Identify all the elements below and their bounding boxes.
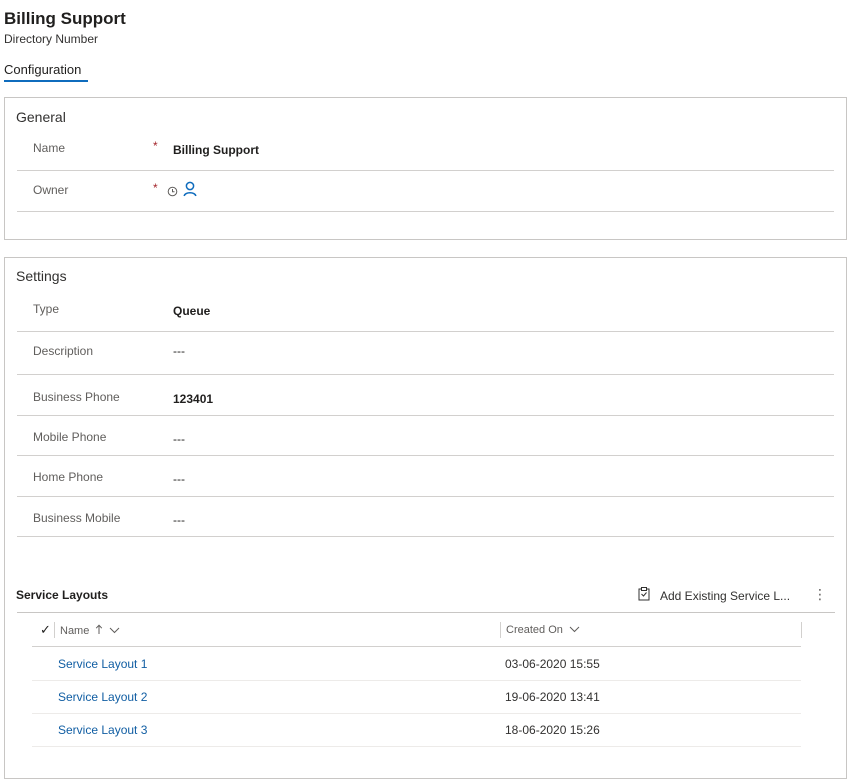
created-on-value: 03-06-2020 15:55 bbox=[505, 657, 600, 671]
created-on-value: 18-06-2020 15:26 bbox=[505, 723, 600, 737]
table-row[interactable]: Service Layout 2 19-06-2020 13:41 bbox=[32, 680, 801, 714]
chevron-down-icon bbox=[109, 625, 120, 637]
table-row[interactable]: Service Layout 3 18-06-2020 15:26 bbox=[32, 713, 801, 747]
field-value-description[interactable]: --- bbox=[173, 344, 185, 358]
field-value-business-phone[interactable]: 123401 bbox=[173, 392, 213, 406]
clock-icon bbox=[167, 184, 178, 202]
field-label-home-phone: Home Phone bbox=[33, 470, 104, 484]
page-title: Billing Support bbox=[4, 9, 126, 28]
field-value-type[interactable]: Queue bbox=[173, 304, 210, 318]
field-label-mobile-phone: Mobile Phone bbox=[33, 430, 107, 444]
field-mobile-phone-row: Mobile Phone --- bbox=[17, 416, 834, 456]
column-header-created-on-label: Created On bbox=[506, 624, 563, 636]
created-on-value: 19-06-2020 13:41 bbox=[505, 690, 600, 704]
column-header-name[interactable]: Name bbox=[60, 624, 120, 638]
field-label-name: Name bbox=[33, 141, 66, 155]
header-separator bbox=[500, 622, 501, 638]
clipboard-icon bbox=[638, 587, 650, 604]
field-business-phone-row: Business Phone 123401 bbox=[17, 375, 834, 416]
field-value-home-phone[interactable]: --- bbox=[173, 472, 185, 486]
subgrid-title: Service Layouts bbox=[16, 588, 109, 602]
page-subtitle: Directory Number bbox=[4, 32, 99, 46]
general-section: General Name * Billing Support Owner * bbox=[4, 97, 847, 240]
field-label-owner: Owner bbox=[33, 183, 69, 197]
service-layout-link[interactable]: Service Layout 2 bbox=[58, 690, 147, 704]
required-indicator: * bbox=[153, 139, 158, 153]
field-business-mobile-row: Business Mobile --- bbox=[17, 497, 834, 537]
field-owner-row: Owner * bbox=[17, 171, 834, 212]
field-label-type: Type bbox=[33, 302, 60, 316]
required-indicator: * bbox=[153, 181, 158, 195]
chevron-down-icon bbox=[569, 624, 580, 636]
settings-section: Settings Type Queue Description --- Busi… bbox=[4, 257, 847, 779]
field-label-business-phone: Business Phone bbox=[33, 390, 120, 404]
add-existing-service-layout-label: Add Existing Service L... bbox=[660, 588, 791, 603]
active-tab-indicator bbox=[4, 80, 88, 82]
field-label-description: Description bbox=[33, 344, 94, 358]
sort-ascending-icon bbox=[95, 624, 103, 638]
field-value-name[interactable]: Billing Support bbox=[173, 143, 259, 157]
general-section-title: General bbox=[16, 109, 66, 125]
header-separator bbox=[54, 622, 55, 638]
service-layout-link[interactable]: Service Layout 1 bbox=[58, 657, 147, 671]
grid-header: ✓ Name Created On bbox=[32, 614, 802, 647]
field-value-business-mobile[interactable]: --- bbox=[173, 513, 185, 527]
settings-section-title: Settings bbox=[16, 268, 67, 284]
field-name-row: Name * Billing Support bbox=[17, 128, 834, 171]
more-commands-button[interactable]: ⋮ bbox=[813, 586, 827, 603]
field-home-phone-row: Home Phone --- bbox=[17, 456, 834, 497]
header-separator bbox=[801, 622, 802, 638]
grid-divider bbox=[17, 612, 835, 613]
field-description-row: Description --- bbox=[17, 332, 834, 375]
tab-configuration[interactable]: Configuration bbox=[4, 62, 81, 81]
add-existing-service-layout-button[interactable]: Add Existing Service L... bbox=[638, 587, 790, 604]
field-label-business-mobile: Business Mobile bbox=[33, 511, 121, 525]
select-all-checkmark-icon[interactable]: ✓ bbox=[40, 622, 51, 638]
field-value-mobile-phone[interactable]: --- bbox=[173, 432, 185, 446]
service-layout-link[interactable]: Service Layout 3 bbox=[58, 723, 147, 737]
column-header-name-label: Name bbox=[60, 625, 90, 637]
table-row[interactable]: Service Layout 1 03-06-2020 15:55 bbox=[32, 647, 801, 681]
field-type-row: Type Queue bbox=[17, 290, 834, 332]
column-header-created-on[interactable]: Created On bbox=[506, 624, 580, 636]
user-icon[interactable] bbox=[183, 181, 197, 202]
